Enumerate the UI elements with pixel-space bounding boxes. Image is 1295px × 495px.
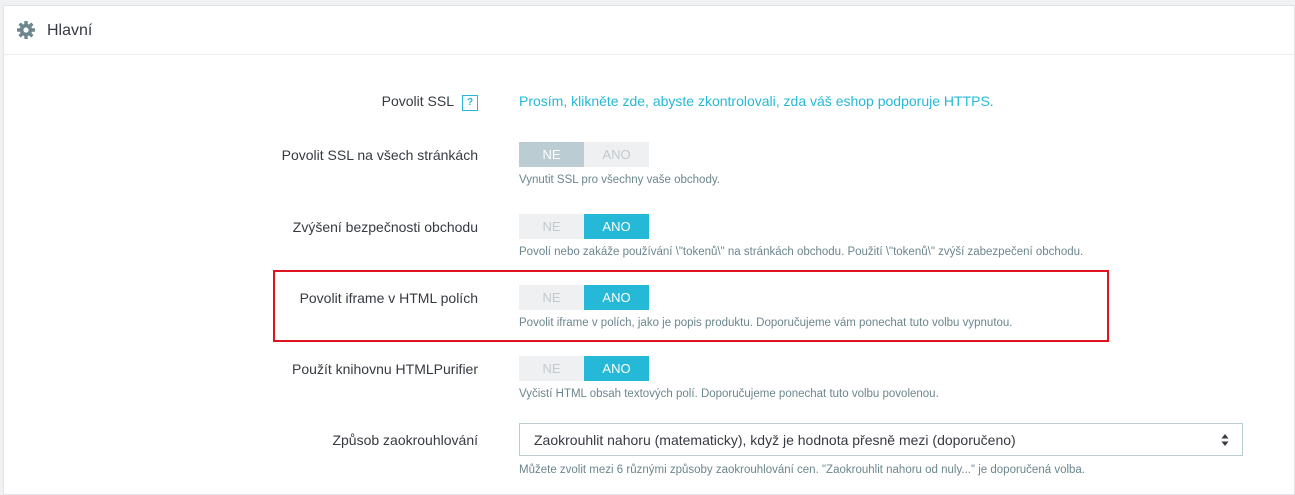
security-yes-option[interactable]: ANO [584,214,649,239]
iframe-label: Povolit iframe v HTML polích [299,290,478,306]
purifier-switch[interactable]: NE ANO [519,356,649,381]
ssl-label-text: Povolit SSL [381,93,454,109]
purifier-yes-option[interactable]: ANO [584,356,649,381]
security-label: Zvýšení bezpečnosti obchodu [292,219,478,235]
security-hint: Povolí nebo zakáže používání \"tokenů\" … [519,246,1084,258]
purifier-label: Použít knihovnu HTMLPurifier [292,361,478,377]
purifier-hint: Vyčistí HTML obsah textových polí. Dopor… [519,388,939,400]
iframe-switch[interactable]: NE ANO [519,285,649,310]
panel-title: Hlavní [47,22,93,39]
rounding-select-value: Zaokrouhlit nahoru (matematicky), když j… [534,432,1016,448]
iframe-no-option[interactable]: NE [519,285,584,310]
rounding-select[interactable]: Zaokrouhlit nahoru (matematicky), když j… [519,423,1243,456]
security-switch[interactable]: NE ANO [519,214,649,239]
ssl-all-hint: Vynutit SSL pro všechny vaše obchody. [519,174,720,186]
panel-header: Hlavní [4,6,1294,55]
ssl-all-no-option[interactable]: NE [519,142,584,167]
help-icon[interactable]: ? [462,95,478,111]
rounding-hint: Můžete zvolit mezi 6 různými způsoby zao… [519,464,1086,476]
ssl-label: Povolit SSL? [382,92,478,111]
security-no-option[interactable]: NE [519,214,584,239]
iframe-hint: Povolit iframe v polích, jako je popis p… [519,317,1013,329]
https-check-link[interactable]: Prosím, klikněte zde, abyste zkontrolova… [519,92,994,110]
purifier-no-option[interactable]: NE [519,356,584,381]
ssl-all-yes-option[interactable]: ANO [584,142,649,167]
rounding-label: Způsob zaokrouhlování [332,432,478,448]
gear-icon [16,20,36,40]
select-arrows-icon [1220,432,1230,448]
iframe-yes-option[interactable]: ANO [584,285,649,310]
ssl-all-switch[interactable]: NE ANO [519,142,649,167]
ssl-all-label: Povolit SSL na všech stránkách [281,147,478,163]
